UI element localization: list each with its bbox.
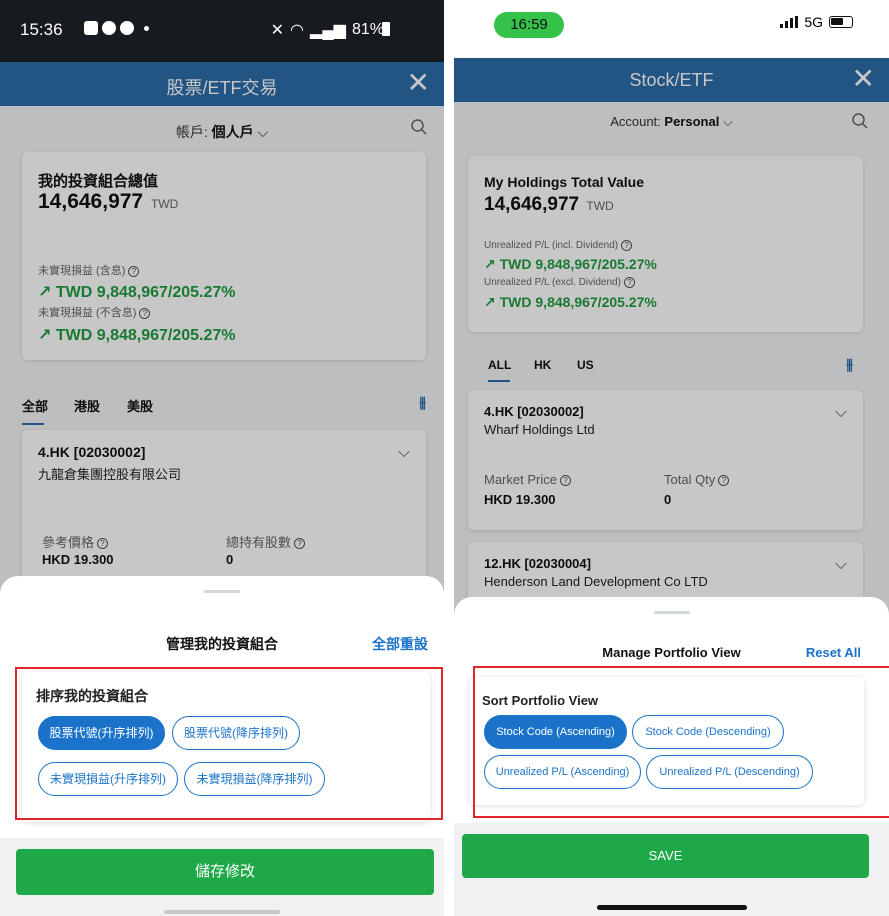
save-button[interactable]: 儲存修改 bbox=[16, 849, 434, 895]
phone-screen-chinese: 15:36 ✕ ◠ ▂▄▆ 81% 股票/ETF交易 ✕ 帳戶: 個人戶 ⌵ 我… bbox=[0, 0, 444, 916]
status-bar: 16:59 5G bbox=[454, 0, 889, 60]
system-icons: 5G bbox=[780, 14, 853, 30]
reset-all-button[interactable]: Reset All bbox=[806, 645, 861, 660]
wifi-icon: ◠ bbox=[290, 22, 305, 39]
drag-handle[interactable] bbox=[204, 590, 240, 593]
home-indicator bbox=[164, 910, 280, 914]
drag-handle[interactable] bbox=[653, 611, 690, 614]
highlight-box bbox=[15, 667, 443, 820]
mute-icon: ✕ bbox=[270, 22, 285, 39]
highlight-box bbox=[473, 666, 889, 818]
battery-icon bbox=[382, 22, 390, 36]
signal-icon: ▂▄▆ bbox=[310, 22, 346, 39]
app-notification-icon bbox=[120, 21, 134, 35]
status-bar: 15:36 ✕ ◠ ▂▄▆ 81% bbox=[0, 0, 444, 62]
gallery-icon bbox=[84, 21, 98, 35]
reset-all-button[interactable]: 全部重設 bbox=[372, 634, 428, 654]
battery-percent: 81% bbox=[351, 21, 384, 38]
network-type: 5G bbox=[804, 14, 823, 30]
notification-icons bbox=[84, 21, 149, 35]
save-button[interactable]: SAVE bbox=[462, 834, 869, 878]
home-indicator bbox=[596, 905, 747, 910]
status-time: 16:59 bbox=[494, 12, 564, 38]
app-notification-icon bbox=[102, 21, 116, 35]
battery-icon bbox=[829, 16, 853, 28]
status-time: 15:36 bbox=[20, 20, 63, 39]
signal-icon bbox=[780, 16, 799, 28]
phone-screen-english: 16:59 5G Stock/ETF ✕ Account: Personal ⌵… bbox=[454, 0, 889, 916]
more-dot-icon bbox=[144, 25, 149, 31]
system-icons: ✕ ◠ ▂▄▆ 81% bbox=[271, 20, 384, 40]
